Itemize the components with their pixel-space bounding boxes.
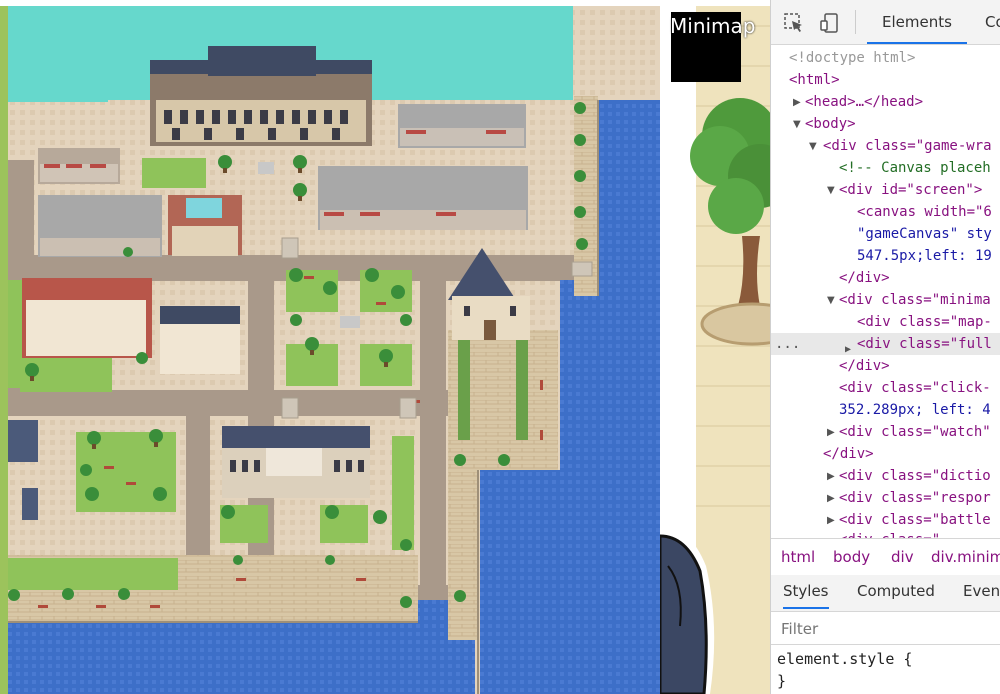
dom-node[interactable]: <div class="watch" [839, 421, 991, 443]
breadcrumb-div-minimap[interactable]: div.minim [931, 539, 1000, 575]
dom-node[interactable]: <!doctype html> [789, 47, 915, 69]
dom-node[interactable]: </div> [839, 355, 890, 377]
expand-arrow-icon[interactable]: ▶ [827, 493, 835, 504]
dom-node[interactable]: </div> [839, 267, 890, 289]
breadcrumb-body[interactable]: body [833, 539, 870, 575]
dom-selected-row[interactable]: ... ▶ <div class="full [771, 333, 1000, 355]
device-toolbar-icon[interactable] [819, 12, 841, 34]
tab-console[interactable]: Co [985, 0, 1000, 44]
dom-node[interactable]: <div class="battle [839, 509, 991, 531]
dom-node[interactable]: <div class="game-wra [823, 135, 992, 157]
tab-event-listeners[interactable]: Even [963, 575, 1000, 607]
tab-elements[interactable]: Elements [867, 0, 967, 44]
dom-attr-value: 352.289px; left: 4 [839, 402, 991, 418]
dom-node[interactable]: <div class="full [857, 333, 992, 355]
collapse-arrow-icon[interactable]: ▼ [827, 295, 835, 306]
dom-node[interactable]: <div class="dictio [839, 465, 991, 487]
minimap-panel[interactable] [660, 6, 770, 694]
minimap-art [660, 6, 770, 694]
minimap-label: Minimap [670, 14, 756, 38]
collapse-arrow-icon[interactable]: ▼ [809, 141, 817, 152]
dom-node[interactable]: <div class="map- [857, 311, 992, 333]
dom-node[interactable]: <div id="screen"> [839, 179, 982, 201]
breadcrumb-html[interactable]: html [781, 539, 815, 575]
dom-attr-value: 547.5px;left: 19 [857, 248, 992, 264]
breadcrumb: html body div div.minim [771, 538, 1000, 576]
styles-filter-input[interactable] [779, 617, 993, 641]
dom-tree[interactable]: <!doctype html> <html> ▶ <head>…</head> … [771, 45, 1000, 539]
devtools-toolbar: Elements Co [771, 0, 1000, 45]
dom-node[interactable]: <div class="respor [839, 487, 991, 509]
dom-attr-value: "gameCanvas" sty [857, 226, 992, 242]
expand-arrow-icon[interactable]: ▶ [827, 515, 835, 526]
breadcrumb-div[interactable]: div [891, 539, 914, 575]
dom-node[interactable]: <canvas width="6 [857, 201, 992, 223]
toolbar-divider [855, 10, 856, 34]
collapse-arrow-icon[interactable]: ▼ [793, 119, 801, 130]
gutter-ellipsis-icon[interactable]: ... [775, 333, 800, 355]
dom-node[interactable]: </div> [823, 443, 874, 465]
game-viewport[interactable]: Minimap [0, 0, 770, 694]
inspect-element-icon[interactable] [783, 12, 805, 34]
styles-tabbar: Styles Computed Even [771, 575, 1000, 612]
dom-node[interactable]: <body> [805, 113, 856, 135]
element-style-rule[interactable]: element.style { [777, 648, 912, 670]
tab-computed[interactable]: Computed [857, 575, 935, 607]
collapse-arrow-icon[interactable]: ▼ [827, 185, 835, 196]
devtools-panel[interactable]: Elements Co <!doctype html> <html> ▶ <he… [770, 0, 1000, 694]
styles-filter [771, 612, 1000, 645]
element-style-close: } [777, 672, 787, 690]
expand-arrow-icon[interactable]: ▶ [827, 427, 835, 438]
dom-node[interactable]: <div class="minima [839, 289, 991, 311]
tab-styles[interactable]: Styles [783, 575, 829, 609]
dom-node[interactable]: <div class="click- [839, 377, 991, 399]
expand-arrow-icon[interactable]: ▶ [793, 97, 801, 108]
town-map[interactable] [0, 6, 660, 694]
dom-node[interactable]: <html> [789, 69, 840, 91]
expand-arrow-icon[interactable]: ▶ [827, 471, 835, 482]
dom-node[interactable]: <head>…</head> [805, 91, 923, 113]
dom-comment[interactable]: <!-- Canvas placeh [839, 157, 991, 179]
